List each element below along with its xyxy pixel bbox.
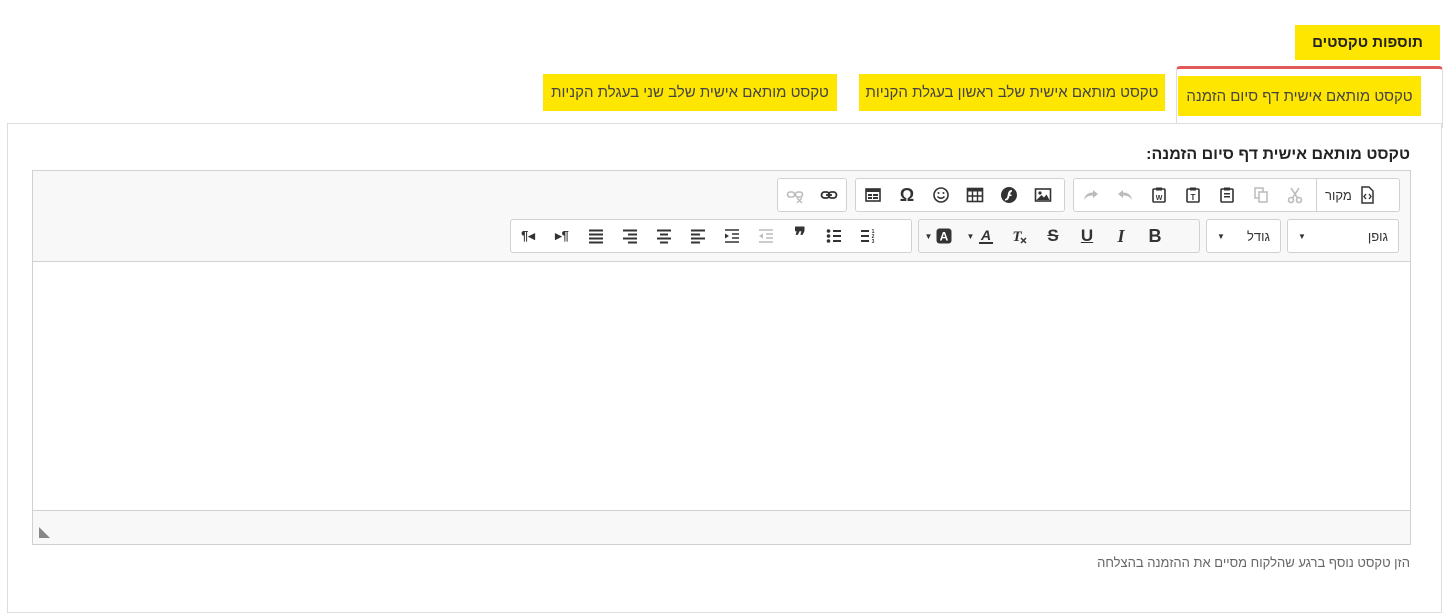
link-button[interactable] bbox=[812, 179, 846, 211]
svg-text:A: A bbox=[980, 227, 991, 243]
ltr-icon: ¶◂ bbox=[521, 228, 535, 243]
underline-icon: U bbox=[1080, 226, 1094, 245]
editor-bottom-bar bbox=[33, 510, 1410, 544]
toolbar-group-insert: Ω bbox=[855, 178, 1065, 212]
paste-text-button[interactable]: T bbox=[1176, 179, 1210, 211]
smiley-button[interactable] bbox=[924, 179, 958, 211]
tab-order-complete[interactable]: טקסט מותאם אישית דף סיום הזמנה bbox=[1178, 76, 1421, 116]
bold-button[interactable]: B bbox=[1138, 220, 1172, 252]
size-label: גודל bbox=[1247, 228, 1270, 244]
redo-icon bbox=[1084, 190, 1098, 200]
strike-icon: S bbox=[1047, 226, 1059, 245]
background-color-icon: A bbox=[936, 228, 952, 244]
rtl-icon: ▸¶ bbox=[555, 228, 569, 243]
bold-icon: B bbox=[1148, 225, 1162, 246]
rich-text-editor: W T מקור Ω גופן ▼ גודל ▼ ▼ A ▼ A T S U I… bbox=[32, 170, 1411, 545]
cut-button[interactable] bbox=[1278, 179, 1312, 211]
bulleted-list-button[interactable] bbox=[817, 220, 851, 252]
strike-button[interactable]: S bbox=[1036, 220, 1070, 252]
svg-text:W: W bbox=[1156, 195, 1163, 202]
editor-content-area[interactable] bbox=[33, 263, 1410, 511]
remove-format-button[interactable]: T bbox=[1002, 220, 1036, 252]
field-label: טקסט מותאם אישית דף סיום הזמנה: bbox=[1146, 146, 1410, 163]
outdent-button[interactable] bbox=[749, 220, 783, 252]
source-button[interactable]: מקור bbox=[1316, 179, 1384, 211]
toolbar-group-clipboard: W T מקור bbox=[1073, 178, 1400, 212]
align-center-button[interactable] bbox=[647, 220, 681, 252]
bidi-ltr-button[interactable]: ¶◂ bbox=[511, 220, 545, 252]
iframe-icon bbox=[865, 188, 881, 202]
italic-button[interactable]: I bbox=[1104, 220, 1138, 252]
text-color-icon: A bbox=[979, 227, 994, 244]
iframe-button[interactable] bbox=[856, 179, 890, 211]
paste-word-button[interactable]: W bbox=[1142, 179, 1176, 211]
chevron-down-icon: ▼ bbox=[1217, 231, 1225, 241]
indent-icon bbox=[725, 229, 739, 243]
justify-icon bbox=[589, 229, 603, 244]
outdent-icon bbox=[759, 229, 773, 243]
paste-icon bbox=[1220, 187, 1234, 203]
size-select[interactable]: גודל ▼ bbox=[1206, 219, 1281, 253]
unlink-icon bbox=[786, 191, 804, 204]
undo-button[interactable] bbox=[1108, 179, 1142, 211]
justify-block-button[interactable] bbox=[579, 220, 613, 252]
flash-button[interactable] bbox=[992, 179, 1026, 211]
link-icon bbox=[820, 191, 838, 199]
font-label: גופן bbox=[1367, 228, 1388, 244]
toolbar-group-paragraph: ¶◂ ▸¶ ❞ 123 bbox=[510, 219, 912, 253]
svg-text:A: A bbox=[940, 230, 949, 244]
table-button[interactable] bbox=[958, 179, 992, 211]
smiley-icon bbox=[933, 187, 949, 203]
numbered-list-icon: 123 bbox=[861, 229, 875, 245]
tab-cart-step-two[interactable]: טקסט מותאם אישית שלב שני בעגלת הקניות bbox=[543, 74, 837, 111]
undo-icon bbox=[1118, 190, 1132, 200]
text-color-button[interactable]: ▼ A bbox=[960, 220, 1002, 252]
copy-icon bbox=[1254, 187, 1268, 203]
text-bg-color-button[interactable]: ▼ A bbox=[918, 220, 960, 252]
section-title: תוספות טקסטים bbox=[1295, 25, 1440, 60]
cut-icon bbox=[1287, 187, 1303, 204]
paste-word-icon: W bbox=[1152, 187, 1166, 203]
paste-text-icon: T bbox=[1186, 187, 1200, 203]
image-button[interactable] bbox=[1026, 179, 1060, 211]
image-icon bbox=[1034, 188, 1052, 202]
omega-icon: Ω bbox=[899, 184, 915, 205]
paste-button[interactable] bbox=[1210, 179, 1244, 211]
align-left-icon bbox=[691, 229, 705, 244]
source-icon bbox=[1361, 186, 1374, 204]
redo-button[interactable] bbox=[1074, 179, 1108, 211]
align-right-button[interactable] bbox=[613, 220, 647, 252]
font-select[interactable]: גופן ▼ bbox=[1287, 219, 1399, 253]
copy-button[interactable] bbox=[1244, 179, 1278, 211]
flash-icon bbox=[1001, 187, 1017, 203]
indent-button[interactable] bbox=[715, 220, 749, 252]
bulleted-list-icon bbox=[826, 229, 841, 243]
numbered-list-button[interactable]: 123 bbox=[851, 220, 885, 252]
chevron-down-icon: ▼ bbox=[966, 231, 975, 241]
source-label: מקור bbox=[1325, 187, 1352, 203]
field-help-text: הזן טקסט נוסף ברגע שהלקוח מסיים את ההזמנ… bbox=[1097, 555, 1410, 570]
align-right-icon bbox=[623, 229, 637, 244]
quote-icon: ❞ bbox=[794, 223, 806, 248]
chevron-down-icon: ▼ bbox=[1298, 231, 1306, 241]
editor-toolbar: W T מקור Ω גופן ▼ גודל ▼ ▼ A ▼ A T S U I… bbox=[33, 171, 1410, 262]
svg-text:3: 3 bbox=[872, 239, 875, 245]
toolbar-group-links bbox=[777, 178, 847, 212]
toolbar-group-basic-styles: ▼ A ▼ A T S U I B bbox=[918, 219, 1200, 253]
chevron-down-icon: ▼ bbox=[924, 231, 933, 241]
remove-format-icon: T bbox=[1012, 229, 1027, 245]
underline-button[interactable]: U bbox=[1070, 220, 1104, 252]
unlink-button[interactable] bbox=[778, 179, 812, 211]
tab-cart-step-one[interactable]: טקסט מותאם אישית שלב ראשון בעגלת הקניות bbox=[859, 74, 1165, 111]
italic-icon: I bbox=[1117, 225, 1125, 246]
blockquote-button[interactable]: ❞ bbox=[783, 220, 817, 252]
svg-text:T: T bbox=[1191, 193, 1196, 202]
table-icon bbox=[966, 187, 984, 203]
align-center-icon bbox=[657, 229, 671, 244]
align-left-button[interactable] bbox=[681, 220, 715, 252]
bidi-rtl-button[interactable]: ▸¶ bbox=[545, 220, 579, 252]
resize-handle-icon[interactable] bbox=[39, 527, 50, 538]
special-char-button[interactable]: Ω bbox=[890, 179, 924, 211]
